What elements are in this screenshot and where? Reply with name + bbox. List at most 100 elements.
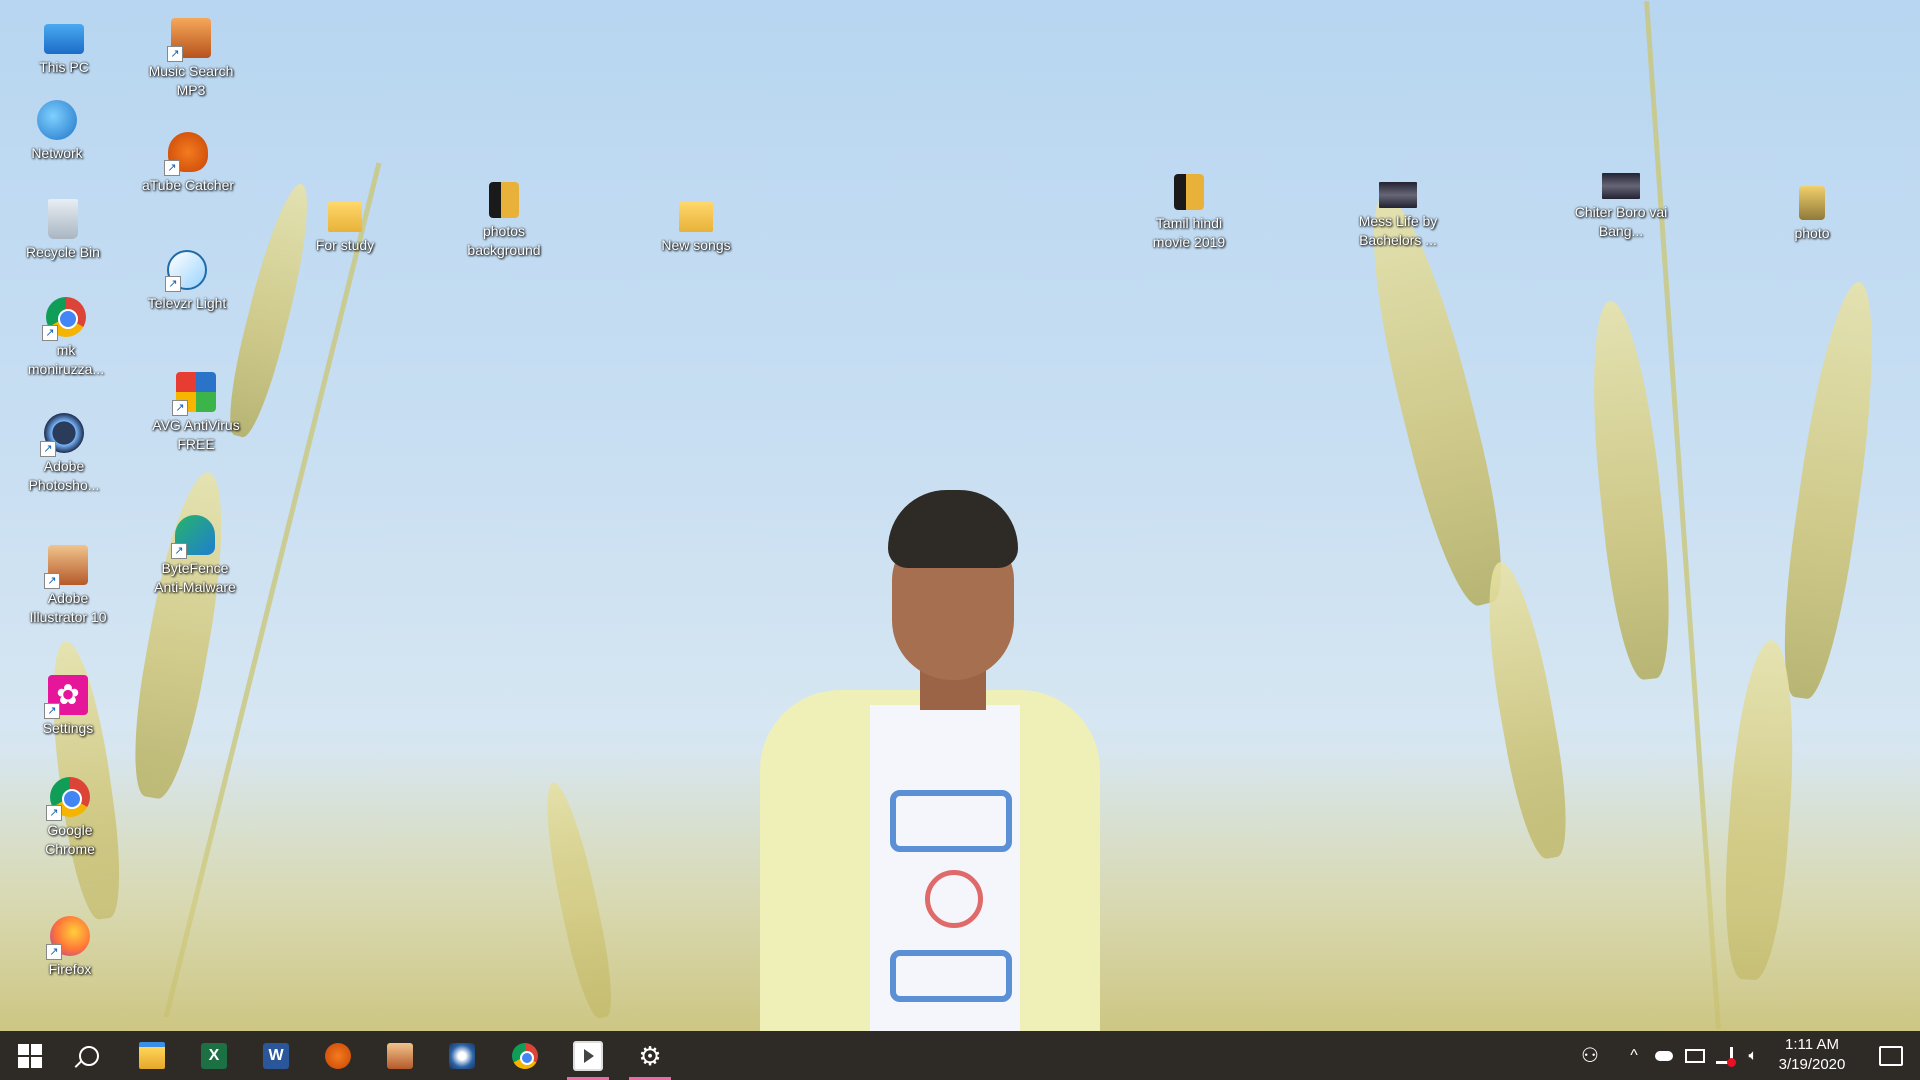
desktop-icon-label: Settings — [42, 720, 94, 736]
start-button[interactable] — [5, 1031, 55, 1080]
desktop-icon-label: photo — [1794, 225, 1830, 241]
desktop-icon-music-search-mp3[interactable]: Music Search MP3 — [143, 18, 239, 100]
gear-icon: ⚙ — [638, 1040, 662, 1071]
wheat-ear — [1771, 277, 1889, 703]
folder-icon — [489, 182, 519, 218]
volume-icon: 🔈︎ — [1748, 1047, 1758, 1064]
battery-icon — [1685, 1048, 1705, 1063]
desktop-icon-atube-catcher[interactable]: aTube Catcher — [140, 132, 236, 195]
word-icon: W — [263, 1042, 289, 1069]
bytefence-icon — [171, 515, 215, 559]
windows-start-icon — [18, 1043, 42, 1068]
chrome-profile-icon — [42, 297, 86, 341]
settings-gear-icon — [44, 675, 88, 719]
person-photo — [740, 490, 1110, 1031]
folder-icon — [1799, 186, 1825, 220]
desktop-icon-label: photos background — [467, 223, 541, 258]
desktop-icon-label: Adobe Photosho... — [28, 458, 100, 493]
taskbar-chrome[interactable] — [500, 1031, 550, 1080]
onedrive-icon — [1655, 1050, 1673, 1061]
computer-icon — [44, 24, 84, 54]
desktop-icon-label: Recycle Bin — [26, 244, 100, 260]
tray-clock[interactable]: 1:11 AM 3/19/2020 — [1760, 1031, 1864, 1080]
desktop-icon-label: Firefox — [48, 961, 92, 977]
desktop-icon-photoshop[interactable]: Adobe Photosho... — [16, 413, 112, 495]
desktop-icon-chrome-profile[interactable]: mk moniruzza... — [18, 297, 114, 379]
desktop-icon-chiter-boro-vai-video[interactable]: Chiter Boro vai Bang... — [1573, 163, 1669, 241]
taskbar-word[interactable]: W — [251, 1031, 301, 1080]
desktop-icon-photo[interactable]: photo — [1764, 186, 1860, 243]
music-search-icon — [167, 18, 211, 62]
avg-antivirus-icon — [172, 372, 216, 416]
network-disconnected-icon — [1715, 1047, 1736, 1067]
desktop-icon-firefox[interactable]: Firefox — [22, 916, 118, 979]
photoshop-icon — [40, 413, 84, 457]
taskbar-media-player[interactable] — [563, 1031, 613, 1080]
desktop-icon-settings[interactable]: Settings — [20, 675, 116, 738]
desktop-icon-label: This PC — [39, 59, 89, 75]
televzr-icon — [165, 250, 207, 292]
desktop-icon-photos-background[interactable]: photos background — [456, 182, 552, 260]
desktop-icon-label: ByteFence Anti-Malware — [154, 560, 236, 595]
chevron-up-icon: ^ — [1630, 1046, 1638, 1064]
desktop-icon-avg-antivirus[interactable]: AVG AntiVirus FREE — [148, 372, 244, 454]
desktop-wallpaper — [0, 0, 1920, 1031]
notification-icon — [1879, 1045, 1903, 1066]
folder-icon — [1174, 174, 1204, 210]
video-file-icon — [1379, 182, 1417, 208]
tshirt-print — [890, 790, 1012, 852]
desktop-icon-label: Google Chrome — [45, 822, 95, 857]
desktop-icon-label: Tamil hindi movie 2019 — [1152, 215, 1226, 250]
tray-show-hidden-icons[interactable]: ^ — [1620, 1031, 1648, 1080]
taskbar-settings[interactable]: ⚙ — [625, 1031, 675, 1080]
desktop-icon-bytefence[interactable]: ByteFence Anti-Malware — [147, 515, 243, 597]
chrome-icon — [46, 777, 90, 821]
desktop-icon-new-songs[interactable]: New songs — [648, 196, 744, 255]
desktop-icon-label: Adobe Illustrator 10 — [29, 590, 107, 625]
folder-icon — [679, 202, 713, 232]
taskbar-photoshop[interactable] — [437, 1031, 487, 1080]
photoshop-icon — [449, 1042, 475, 1069]
search-button[interactable] — [64, 1031, 114, 1080]
desktop-icon-label: Mess Life by Bachelors ... — [1358, 213, 1438, 248]
desktop-icon-network[interactable]: Network — [9, 100, 105, 163]
desktop-icon-illustrator[interactable]: Adobe Illustrator 10 — [20, 545, 116, 627]
tray-onedrive[interactable] — [1652, 1031, 1676, 1080]
firefox-icon — [46, 916, 90, 960]
wheat-ear — [1580, 297, 1680, 683]
taskbar-illustrator[interactable] — [375, 1031, 425, 1080]
tray-network[interactable] — [1712, 1031, 1736, 1080]
clock-time: 1:11 AM — [1785, 1036, 1839, 1053]
desktop-icon-mess-life-video[interactable]: Mess Life by Bachelors ... — [1350, 172, 1446, 250]
tshirt-wheel-print — [925, 870, 983, 928]
desktop-icon-label: New songs — [661, 237, 731, 253]
desktop-icon-this-pc[interactable]: This PC — [16, 18, 112, 77]
desktop-icon-google-chrome[interactable]: Google Chrome — [22, 777, 118, 859]
people-icon: ⚇ — [1581, 1045, 1599, 1067]
wheat-ear — [1350, 187, 1520, 613]
taskbar-excel[interactable]: X — [189, 1031, 239, 1080]
illustrator-icon — [387, 1042, 413, 1069]
tray-battery[interactable] — [1683, 1031, 1707, 1080]
action-center-button[interactable] — [1866, 1031, 1916, 1080]
illustrator-icon — [44, 545, 88, 589]
excel-icon: X — [201, 1042, 227, 1069]
desktop-icon-tamil-hindi-movie[interactable]: Tamil hindi movie 2019 — [1141, 174, 1237, 252]
desktop-icon-recycle-bin[interactable]: Recycle Bin — [15, 199, 111, 262]
desktop-icon-televzr-light[interactable]: Televzr Light — [139, 250, 235, 313]
desktop-icon-for-study[interactable]: For study — [297, 196, 393, 255]
video-file-icon — [1602, 173, 1640, 199]
desktop-icon-label: Chiter Boro vai Bang... — [1574, 204, 1668, 239]
taskbar-atube-catcher[interactable] — [313, 1031, 363, 1080]
network-icon — [37, 100, 77, 140]
taskbar: X W ⚙ ⚇ ^ 🔈︎ 1:11 AM 3/19/2020 — [0, 1031, 1920, 1080]
person-hair — [888, 490, 1018, 568]
search-icon — [79, 1045, 99, 1066]
taskbar-file-explorer[interactable] — [127, 1031, 177, 1080]
desktop-icon-label: Network — [31, 145, 83, 161]
chrome-icon — [512, 1042, 538, 1069]
tray-people[interactable]: ⚇ — [1576, 1031, 1604, 1080]
desktop-icon-label: aTube Catcher — [141, 177, 235, 193]
desktop-icon-label: Televzr Light — [147, 295, 227, 311]
desktop-icon-label: mk moniruzza... — [27, 342, 105, 377]
